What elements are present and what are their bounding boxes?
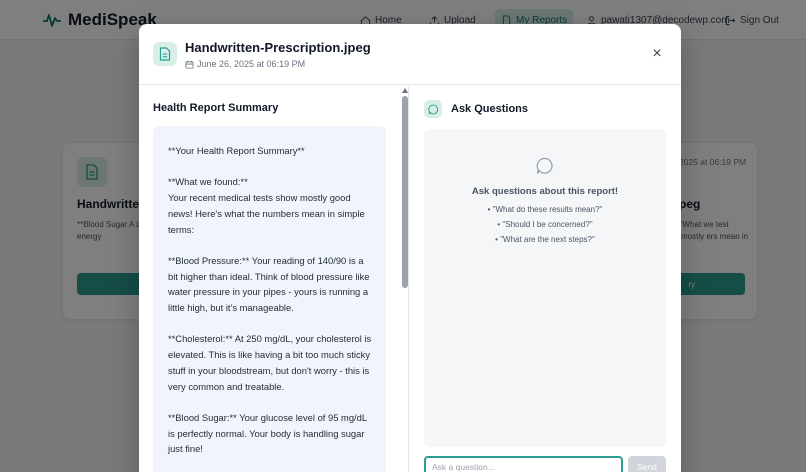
suggested-question: • "Should I be concerned?"	[497, 220, 593, 229]
summary-text: **Your Health Report Summary** **What we…	[168, 145, 372, 455]
empty-state-heading: Ask questions about this report!	[471, 186, 619, 197]
chat-messages: Ask questions about this report! • "What…	[424, 129, 666, 447]
file-title: Handwritten-Prescription.jpeg	[185, 40, 371, 55]
file-icon	[153, 42, 177, 66]
modal-header: Handwritten-Prescription.jpeg June 26, 2…	[139, 24, 681, 85]
calendar-icon	[185, 60, 194, 69]
file-date-text: June 26, 2025 at 06:19 PM	[197, 59, 306, 69]
scroll-up-arrow-icon[interactable]	[402, 88, 408, 93]
scroll-thumb[interactable]	[402, 96, 408, 288]
chat-bubble-icon	[424, 100, 442, 118]
send-button[interactable]: Send	[628, 456, 666, 472]
ask-questions-title: Ask Questions	[451, 103, 529, 115]
questions-pane: Ask Questions Ask questions about this r…	[410, 86, 681, 472]
summary-scrollbar[interactable]	[402, 86, 408, 472]
report-modal: Handwritten-Prescription.jpeg June 26, 2…	[139, 24, 681, 472]
summary-content: **Your Health Report Summary** **What we…	[153, 126, 386, 472]
file-date: June 26, 2025 at 06:19 PM	[185, 59, 305, 69]
chat-bubble-icon	[536, 157, 553, 174]
suggested-question: • "What do these results mean?"	[487, 205, 603, 214]
suggested-question: • "What are the next steps?"	[495, 235, 595, 244]
close-button[interactable]: ×	[649, 46, 665, 62]
summary-title: Health Report Summary	[153, 102, 279, 114]
summary-pane: Health Report Summary **Your Health Repo…	[139, 86, 409, 472]
question-input[interactable]	[424, 456, 623, 472]
